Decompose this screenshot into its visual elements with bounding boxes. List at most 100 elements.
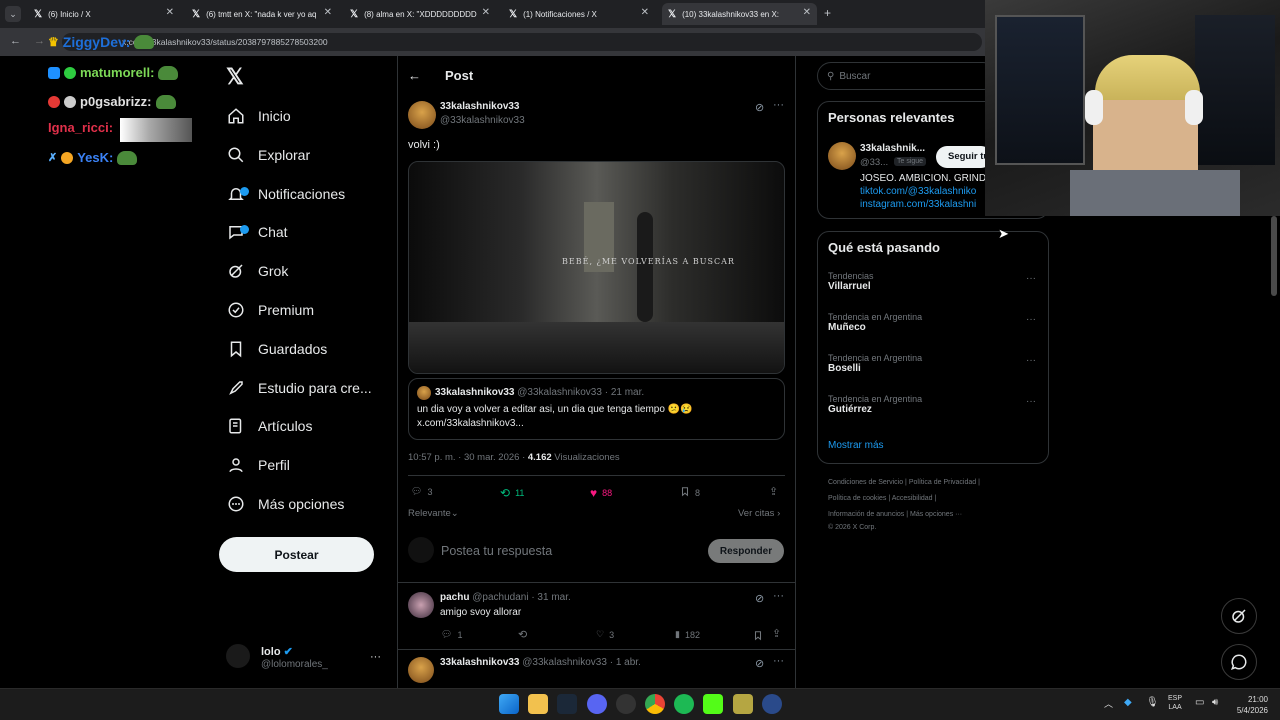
cookies-link[interactable]: Política de cookies [828, 495, 886, 502]
show-more-link[interactable]: Mostrar más [828, 440, 884, 451]
share-icon[interactable]: ⇪ [769, 485, 778, 498]
trend-item[interactable]: Tendencia en Argentina Muñeco [828, 312, 922, 333]
accessibility-link[interactable]: Accesibilidad [892, 495, 933, 502]
trend-more-icon[interactable]: ··· [1026, 396, 1036, 407]
tray-app-icon[interactable]: ◆ [1124, 697, 1132, 708]
nav-explorar[interactable]: Explorar [226, 139, 310, 171]
app-icon[interactable] [762, 694, 782, 714]
more-options-icon[interactable]: ··· [773, 655, 784, 667]
reply-submit-button[interactable]: Responder [708, 539, 784, 563]
nav-perfil[interactable]: Perfil [226, 449, 290, 481]
reply-author-name[interactable]: pachu [440, 592, 469, 603]
ads-info-link[interactable]: Información de anuncios [828, 511, 904, 518]
volume-icon[interactable]: 🔊︎ [1212, 697, 1218, 708]
nav-premium[interactable]: Premium [226, 294, 314, 326]
relevant-avatar[interactable] [828, 142, 856, 170]
forward-arrow-icon[interactable]: → [34, 35, 45, 47]
nav-estudio[interactable]: Estudio para cre... [226, 372, 372, 404]
relevant-name[interactable]: 33kalashnik... [860, 143, 925, 154]
account-avatar[interactable] [226, 644, 250, 668]
tab-inicio[interactable]: 𝕏 (6) Inicio / X ✕ [28, 3, 180, 25]
network-icon[interactable]: ▭ [1195, 697, 1204, 708]
discord-icon[interactable] [587, 694, 607, 714]
close-icon[interactable]: ✕ [641, 7, 649, 18]
tab-active-post[interactable]: 𝕏 (10) 33kalashnikov33 en X: ✕ [662, 3, 817, 25]
tab-notificaciones[interactable]: 𝕏 (1) Notificaciones / X ✕ [503, 3, 655, 25]
like-button[interactable]: ♡ 3 [596, 629, 614, 640]
trend-item[interactable]: Tendencia en Argentina Gutiérrez [828, 394, 922, 415]
reply-button[interactable]: 💬︎ 1 [441, 629, 462, 640]
grok-explain-icon[interactable]: ⊘ [755, 101, 764, 114]
share-icon[interactable]: ⇪ [772, 627, 781, 640]
back-arrow-icon[interactable]: ← [10, 35, 21, 47]
account-more-icon[interactable]: ··· [370, 651, 381, 663]
tiktok-link[interactable]: tiktok.com/@33kalashniko [860, 186, 976, 197]
views-button[interactable]: ▮ 182 [675, 629, 700, 640]
more-options-link[interactable]: Más opciones ··· [910, 511, 962, 518]
account-name[interactable]: lolo ✔ [261, 645, 293, 658]
chrome-icon[interactable] [645, 694, 665, 714]
nav-mas-opciones[interactable]: Más opciones [226, 488, 344, 520]
bookmark-icon[interactable] [753, 628, 763, 646]
more-options-icon[interactable]: ··· [773, 99, 784, 111]
scrollbar-thumb[interactable] [1271, 216, 1277, 296]
language-indicator[interactable]: ESP LAA [1168, 694, 1182, 712]
back-arrow-icon[interactable]: ← [408, 68, 421, 83]
reply-author-name[interactable]: 33kalashnikov33 [440, 657, 520, 668]
trend-more-icon[interactable]: ··· [1026, 273, 1036, 284]
trend-item[interactable]: Tendencias Villarruel [828, 271, 874, 292]
instagram-link[interactable]: instagram.com/33kalashni [860, 199, 976, 210]
repost-button[interactable]: ⟲ 11 [500, 486, 524, 500]
reply-author-avatar[interactable] [408, 657, 434, 683]
clock[interactable]: 21:00 5/4/2026 [1228, 694, 1268, 716]
spotify-icon[interactable] [674, 694, 694, 714]
quote-link[interactable]: x.com/33kalashnikov3... [417, 418, 524, 429]
tweet-video[interactable]: BEBÉ, ¿ME VOLVERÍAS A BUSCAR [408, 161, 785, 374]
tab-list-chevron-icon[interactable]: ⌄ [5, 6, 21, 22]
privacy-link[interactable]: Política de Privacidad [909, 479, 976, 486]
trend-item[interactable]: Tendencia en Argentina Boselli [828, 353, 922, 374]
tab-alma[interactable]: 𝕏 (8) alma en X: "XDDDDDDDDD ✕ [344, 3, 496, 25]
author-name[interactable]: 33kalashnikov33 [440, 101, 520, 112]
nav-grok[interactable]: Grok [226, 255, 288, 287]
new-tab-plus-icon[interactable]: + [824, 6, 831, 20]
messages-float-button[interactable] [1221, 644, 1257, 680]
url-field[interactable]: x.com/33kalashnikov33/status/20387978852… [62, 33, 982, 51]
more-options-icon[interactable]: ··· [773, 590, 784, 602]
like-button[interactable]: ♥ 88 [590, 486, 612, 500]
follow-button[interactable]: Seguir tú [936, 146, 992, 168]
close-icon[interactable]: ✕ [324, 7, 332, 18]
tab-tmtt[interactable]: 𝕏 (6) tmtt en X: "nada k ver yo aq ✕ [186, 3, 338, 25]
obs-icon[interactable] [616, 694, 636, 714]
microphone-icon[interactable]: 🎙︎ [1146, 697, 1159, 708]
close-icon[interactable]: ✕ [482, 7, 490, 18]
windows-start-icon[interactable] [499, 694, 519, 714]
trend-more-icon[interactable]: ··· [1026, 355, 1036, 366]
nav-articulos[interactable]: Artículos [226, 410, 312, 442]
file-explorer-icon[interactable] [528, 694, 548, 714]
grok-explain-icon[interactable]: ⊘ [755, 657, 764, 670]
close-icon[interactable]: ✕ [803, 7, 811, 18]
repost-icon[interactable]: ⟲ [518, 628, 527, 641]
post-button[interactable]: Postear [219, 537, 374, 572]
author-avatar[interactable] [408, 101, 436, 129]
close-icon[interactable]: ✕ [166, 7, 174, 18]
reply-author-avatar[interactable] [408, 592, 434, 618]
grok-float-button[interactable] [1221, 598, 1257, 634]
kick-icon[interactable] [703, 694, 723, 714]
grok-explain-icon[interactable]: ⊘ [755, 592, 764, 605]
nav-notificaciones[interactable]: Notificaciones [226, 178, 345, 210]
minecraft-icon[interactable] [733, 694, 753, 714]
reply-button[interactable]: 💬︎ 3 [411, 486, 432, 497]
nav-guardados[interactable]: Guardados [226, 333, 327, 365]
bookmark-button[interactable]: 8 [680, 486, 700, 499]
trend-more-icon[interactable]: ··· [1026, 314, 1036, 325]
nav-chat[interactable]: Chat [226, 216, 288, 248]
reply-input[interactable]: Postea tu respuesta [441, 544, 552, 558]
tray-chevron-icon[interactable]: ︿ [1104, 697, 1113, 710]
sort-dropdown[interactable]: Relevante⌄ [408, 508, 459, 519]
steam-icon[interactable] [557, 694, 577, 714]
nav-inicio[interactable]: Inicio [226, 100, 291, 132]
terms-link[interactable]: Condiciones de Servicio [828, 479, 903, 486]
x-home-logo-icon[interactable]: 𝕏 [226, 64, 244, 90]
